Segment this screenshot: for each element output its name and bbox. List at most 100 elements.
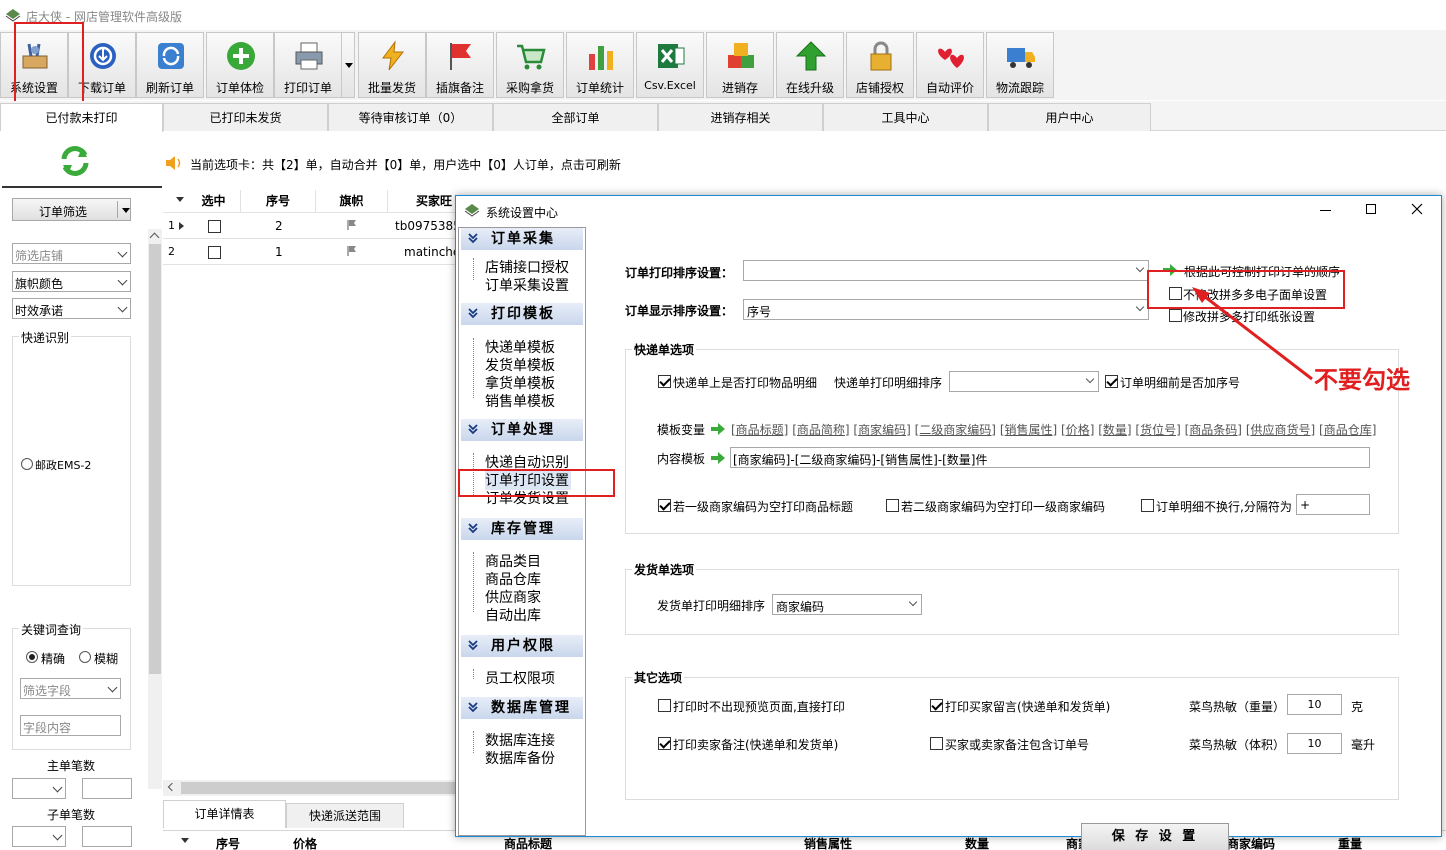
cainiao-volume-input[interactable]: 10 xyxy=(1287,733,1342,754)
nav-item-db-connect[interactable]: 数据库连接 xyxy=(485,730,555,750)
nav-item-auto-out[interactable]: 自动出库 xyxy=(485,605,541,625)
row-select-checkbox[interactable] xyxy=(208,220,221,233)
nav-section-print-template[interactable]: 打印模板 xyxy=(461,303,583,325)
display-sort-select[interactable]: 序号 xyxy=(743,299,1149,320)
order-filter-button[interactable]: 订单筛选 xyxy=(12,198,131,221)
primary-empty-checkbox[interactable] xyxy=(658,499,671,512)
ems-radio[interactable] xyxy=(21,458,33,470)
col-header-flag[interactable]: 旗帜 xyxy=(316,190,388,212)
nav-item-collect-settings[interactable]: 订单采集设置 xyxy=(485,275,569,295)
tab-tools[interactable]: 工具中心 xyxy=(823,103,988,131)
auto-review-button[interactable]: 自动评价 xyxy=(916,32,984,98)
nav-item-pick-template[interactable]: 拿货单模板 xyxy=(485,373,555,393)
content-template-input[interactable]: [商家编码]-[二级商家编码]-[销售属性]-[数量]件 xyxy=(730,447,1370,468)
nav-item-shop-api[interactable]: 店铺接口授权 xyxy=(485,257,569,277)
var-merchant-code[interactable]: [商家编码] xyxy=(853,423,910,437)
nav-item-db-backup[interactable]: 数据库备份 xyxy=(485,748,555,768)
nav-item-express-template[interactable]: 快递单模板 xyxy=(485,337,555,357)
print-sort-select[interactable] xyxy=(743,260,1149,281)
var-merchant-code2[interactable]: [二级商家编码] xyxy=(915,423,996,437)
status-text[interactable]: 当前选项卡：共【2】单，自动合并【0】单，用户选中【0】人订单，点击可刷新 xyxy=(190,156,621,173)
refresh-orders-button[interactable]: 刷新订单 xyxy=(136,32,204,98)
save-settings-button[interactable]: 保 存 设 置 xyxy=(1081,823,1229,850)
nav-item-category[interactable]: 商品类目 xyxy=(485,551,541,571)
nav-item-ship-template[interactable]: 发货单模板 xyxy=(485,355,555,375)
maximize-icon[interactable] xyxy=(1366,204,1376,214)
online-upgrade-button[interactable]: 在线升级 xyxy=(776,32,844,98)
nav-section-order-collect[interactable]: 订单采集 xyxy=(461,228,583,250)
nav-section-database[interactable]: 数据库管理 xyxy=(461,697,583,719)
tab-order-detail[interactable]: 订单详情表 xyxy=(163,800,286,828)
inventory-button[interactable]: 进销存 xyxy=(706,32,774,98)
flag-note-button[interactable]: 插旗备注 xyxy=(426,32,494,98)
tab-all-orders[interactable]: 全部订单 xyxy=(493,103,658,131)
prefix-seq-checkbox[interactable] xyxy=(1105,375,1118,388)
cainiao-weight-input[interactable]: 10 xyxy=(1287,694,1342,715)
secondary-empty-checkbox[interactable] xyxy=(886,499,899,512)
no-wrap-checkbox[interactable] xyxy=(1141,499,1154,512)
row-select-checkbox[interactable] xyxy=(208,246,221,259)
col-header-select[interactable]: 选中 xyxy=(187,190,241,212)
shop-filter-select[interactable]: 筛选店铺 xyxy=(12,243,131,264)
detail-col-seq[interactable]: 序号 xyxy=(216,835,240,850)
seller-note-checkbox[interactable] xyxy=(658,737,671,750)
nav-item-staff-permission[interactable]: 员工权限项 xyxy=(485,668,555,688)
nav-item-sales-template[interactable]: 销售单模板 xyxy=(485,391,555,411)
minimize-icon[interactable] xyxy=(1320,210,1331,211)
tab-pending-review[interactable]: 等待审核订单（0） xyxy=(328,103,493,131)
purchase-button[interactable]: 采购拿货 xyxy=(496,32,564,98)
nav-item-supplier[interactable]: 供应商家 xyxy=(485,587,541,607)
scrollbar-thumb[interactable] xyxy=(149,244,161,674)
nav-section-order-process[interactable]: 订单处理 xyxy=(461,419,583,441)
nav-section-inventory[interactable]: 库存管理 xyxy=(461,518,583,540)
green-refresh-icon[interactable] xyxy=(58,144,92,178)
var-goods-title[interactable]: [商品标题] xyxy=(731,423,788,437)
var-sales-attr[interactable]: [销售属性] xyxy=(1000,423,1057,437)
print-goods-detail-checkbox[interactable] xyxy=(658,375,671,388)
scrollbar-thumb[interactable] xyxy=(181,782,457,794)
main-count-input[interactable] xyxy=(82,778,132,799)
ship-sort-select[interactable]: 商家编码 xyxy=(772,594,922,615)
chevron-down-icon[interactable] xyxy=(181,838,189,843)
detail-col-qty[interactable]: 数量 xyxy=(965,835,989,850)
field-filter-select[interactable]: 筛选字段 xyxy=(20,678,121,699)
var-price[interactable]: [价格] xyxy=(1061,423,1094,437)
shop-auth-button[interactable]: 店铺授权 xyxy=(846,32,914,98)
var-qty[interactable]: [数量] xyxy=(1098,423,1131,437)
detail-col-weight[interactable]: 重量 xyxy=(1338,835,1362,850)
col-header-buyer[interactable]: 买家旺 xyxy=(388,190,463,212)
print-orders-button[interactable]: 打印订单 xyxy=(274,32,342,98)
tab-inventory[interactable]: 进销存相关 xyxy=(658,103,823,131)
tab-delivery-range[interactable]: 快递派送范围 xyxy=(286,803,404,828)
grid-horizontal-scrollbar[interactable] xyxy=(163,780,458,796)
csv-excel-button[interactable]: Csv.Excel xyxy=(636,32,704,98)
var-warehouse[interactable]: [商品仓库] xyxy=(1319,423,1376,437)
no-preview-checkbox[interactable] xyxy=(658,699,671,712)
left-vertical-scrollbar[interactable] xyxy=(148,229,162,789)
tab-paid-unprinted[interactable]: 已付款未打印 xyxy=(0,103,163,132)
var-location[interactable]: [货位号] xyxy=(1135,423,1180,437)
sub-count-input[interactable] xyxy=(82,826,132,847)
flag-icon[interactable] xyxy=(346,245,358,257)
time-promise-select[interactable]: 时效承诺 xyxy=(12,298,131,319)
flag-icon[interactable] xyxy=(346,219,358,231)
exact-radio[interactable] xyxy=(26,651,38,663)
logistics-track-button[interactable]: 物流跟踪 xyxy=(986,32,1054,98)
fuzzy-radio[interactable] xyxy=(79,651,91,663)
close-icon[interactable] xyxy=(1411,203,1423,215)
separator-input[interactable]: + xyxy=(1296,494,1370,515)
var-goods-short[interactable]: [商品简称] xyxy=(792,423,849,437)
flag-color-select[interactable]: 旗帜颜色 xyxy=(12,271,131,292)
modify-pdd-paper-checkbox[interactable] xyxy=(1169,309,1182,322)
sub-count-select[interactable] xyxy=(12,826,66,847)
buyer-msg-checkbox[interactable] xyxy=(930,699,943,712)
var-supplier-sku[interactable]: [供应商货号] xyxy=(1246,423,1315,437)
col-header-seq[interactable]: 序号 xyxy=(241,190,316,212)
chevron-down-icon[interactable] xyxy=(176,197,184,202)
print-dropdown-button[interactable] xyxy=(341,32,355,98)
detail-col-title[interactable]: 商品标题 xyxy=(504,835,552,850)
main-count-select[interactable] xyxy=(12,778,66,799)
detail-col-price[interactable]: 价格 xyxy=(293,835,317,850)
detail-col-attr[interactable]: 销售属性 xyxy=(804,835,852,850)
nav-item-warehouse[interactable]: 商品仓库 xyxy=(485,569,541,589)
